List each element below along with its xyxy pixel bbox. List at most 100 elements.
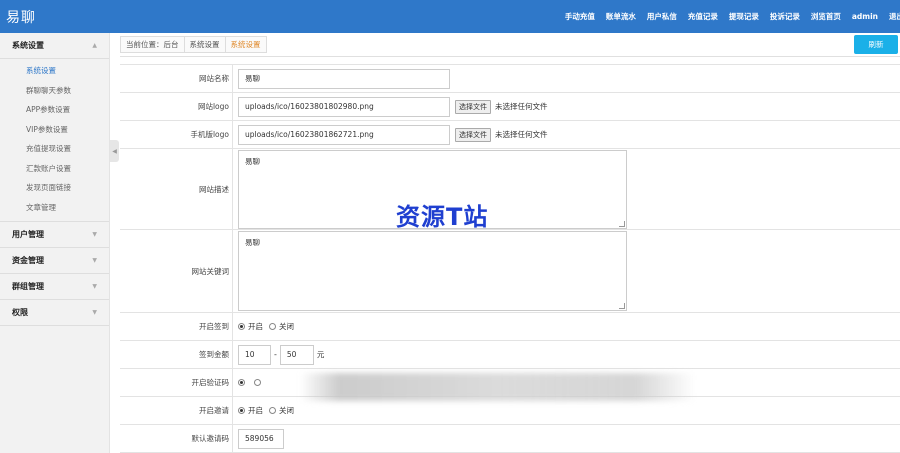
sidebar-group-label: 资金管理 bbox=[12, 256, 44, 265]
breadcrumb-section[interactable]: 系统设置 bbox=[185, 36, 226, 52]
divider bbox=[120, 56, 900, 57]
row-site-name: 网站名称 易聊 bbox=[120, 65, 900, 93]
field-label: 开启签到 bbox=[120, 313, 233, 340]
sidebar-item-system-settings[interactable]: 系统设置 bbox=[0, 61, 109, 81]
watermark: 资源T站 bbox=[396, 203, 489, 231]
top-header: 易聊 手动充值 账单流水 用户私信 充值记录 提现记录 投诉记录 浏览首页 ad… bbox=[0, 0, 900, 33]
invite-off-radio[interactable]: 关闭 bbox=[269, 405, 294, 416]
amount-unit: 元 bbox=[316, 350, 325, 359]
sidebar-group-permissions[interactable]: 权限 ▼ bbox=[0, 300, 109, 326]
sidebar-item-recharge-withdraw[interactable]: 充值提现设置 bbox=[0, 139, 109, 159]
sidebar-collapse-handle[interactable]: ◀ bbox=[110, 140, 119, 162]
nav-admin-user[interactable]: admin bbox=[852, 12, 878, 21]
chevron-left-icon: ◀ bbox=[112, 147, 117, 155]
mobile-logo-path-input[interactable]: uploads/ico/16023801862721.png bbox=[238, 124, 450, 145]
textarea-text: 易聊 bbox=[245, 157, 260, 166]
radio-label: 开启 bbox=[248, 322, 263, 331]
breadcrumb-bar: 当前位置：后台 系统设置 系统设置 刷新 bbox=[120, 33, 900, 54]
radio-label: 开启 bbox=[248, 406, 263, 415]
sidebar-item-remit-account[interactable]: 汇款账户设置 bbox=[0, 159, 109, 179]
field-label: 网站名称 bbox=[120, 65, 233, 92]
radio-unchecked-icon bbox=[269, 323, 276, 330]
sidebar-group-users[interactable]: 用户管理 ▼ bbox=[0, 222, 109, 248]
nav-browse-home[interactable]: 浏览首页 bbox=[811, 11, 841, 22]
field-label: 开启验证码 bbox=[120, 369, 233, 396]
signin-max-input[interactable]: 50 bbox=[279, 344, 314, 365]
signin-on-radio[interactable]: 开启 bbox=[238, 321, 263, 332]
radio-checked-icon bbox=[238, 323, 245, 330]
sidebar-group-funds[interactable]: 资金管理 ▼ bbox=[0, 248, 109, 274]
sidebar-item-app-params[interactable]: APP参数设置 bbox=[0, 100, 109, 120]
sidebar-item-discover-links[interactable]: 发现页面链接 bbox=[0, 178, 109, 198]
field-label: 签到金额 bbox=[120, 341, 233, 368]
chevron-down-icon: ▼ bbox=[92, 309, 97, 316]
invite-on-radio[interactable]: 开启 bbox=[238, 405, 263, 416]
row-site-keywords: 网站关键词 易聊 bbox=[120, 230, 900, 313]
row-signin-amount: 签到金额 10 - 50 元 bbox=[120, 341, 900, 369]
top-nav: 手动充值 账单流水 用户私信 充值记录 提现记录 投诉记录 浏览首页 admin… bbox=[565, 0, 900, 33]
sidebar-item-vip-params[interactable]: VIP参数设置 bbox=[0, 120, 109, 140]
resize-grip-icon[interactable] bbox=[619, 303, 625, 309]
radio-label: 关闭 bbox=[279, 406, 294, 415]
nav-logout[interactable]: 退出 bbox=[889, 11, 900, 22]
field-label: 手机版logo bbox=[120, 121, 233, 148]
row-signin: 开启签到 开启 关闭 bbox=[120, 313, 900, 341]
site-logo-file-button[interactable]: 选择文件 bbox=[455, 99, 491, 114]
mobile-logo-file-button[interactable]: 选择文件 bbox=[455, 127, 491, 142]
chevron-down-icon: ▼ bbox=[92, 231, 97, 238]
sidebar-group-label: 权限 bbox=[12, 308, 28, 317]
site-keywords-textarea[interactable]: 易聊 bbox=[238, 231, 627, 311]
sidebar-item-articles[interactable]: 文章管理 bbox=[0, 198, 109, 218]
chevron-down-icon: ▼ bbox=[92, 283, 97, 290]
resize-grip-icon[interactable] bbox=[619, 221, 625, 227]
nav-withdraw-records[interactable]: 提现记录 bbox=[729, 11, 759, 22]
site-logo-file-status: 未选择任何文件 bbox=[495, 102, 548, 111]
default-invite-input[interactable]: 589056 bbox=[238, 428, 284, 449]
verify-on-radio[interactable] bbox=[238, 379, 248, 386]
row-mobile-logo: 手机版logo uploads/ico/16023801862721.png 选… bbox=[120, 121, 900, 149]
radio-checked-icon bbox=[238, 407, 245, 414]
signin-off-radio[interactable]: 关闭 bbox=[269, 321, 294, 332]
radio-checked-icon bbox=[238, 379, 245, 386]
blurred-overlay bbox=[300, 373, 695, 401]
nav-manual-recharge[interactable]: 手动充值 bbox=[565, 11, 595, 22]
breadcrumb-location[interactable]: 当前位置：后台 bbox=[121, 36, 185, 52]
field-label: 网站描述 bbox=[120, 149, 233, 229]
breadcrumb: 当前位置：后台 系统设置 系统设置 bbox=[120, 35, 267, 53]
range-separator: - bbox=[274, 350, 277, 359]
row-site-description: 网站描述 易聊 bbox=[120, 149, 900, 230]
row-default-invite: 默认邀请码 589056 bbox=[120, 425, 900, 453]
nav-recharge-records[interactable]: 充值记录 bbox=[688, 11, 718, 22]
app-logo[interactable]: 易聊 bbox=[6, 7, 36, 27]
sidebar-group-label: 用户管理 bbox=[12, 230, 44, 239]
row-site-logo: 网站logo uploads/ico/16023801802980.png 选择… bbox=[120, 93, 900, 121]
sidebar-group-groups[interactable]: 群组管理 ▼ bbox=[0, 274, 109, 300]
field-label: 网站关键词 bbox=[120, 230, 233, 312]
sidebar-group-label: 系统设置 bbox=[12, 41, 44, 50]
nav-complaint-records[interactable]: 投诉记录 bbox=[770, 11, 800, 22]
sidebar-item-group-chat-params[interactable]: 群聊聊天参数 bbox=[0, 81, 109, 101]
radio-unchecked-icon bbox=[254, 379, 261, 386]
chevron-up-icon: ▲ bbox=[92, 42, 97, 49]
breadcrumb-current[interactable]: 系统设置 bbox=[226, 37, 266, 52]
field-label: 默认邀请码 bbox=[120, 425, 233, 452]
field-label: 网站logo bbox=[120, 93, 233, 120]
radio-label: 关闭 bbox=[279, 322, 294, 331]
sidebar-submenu: 系统设置 群聊聊天参数 APP参数设置 VIP参数设置 充值提现设置 汇款账户设… bbox=[0, 59, 109, 222]
sidebar-group-label: 群组管理 bbox=[12, 282, 44, 291]
radio-unchecked-icon bbox=[269, 407, 276, 414]
verify-off-radio[interactable] bbox=[254, 379, 264, 386]
field-label: 开启邀请 bbox=[120, 397, 233, 424]
mobile-logo-file-status: 未选择任何文件 bbox=[495, 130, 548, 139]
site-logo-path-input[interactable]: uploads/ico/16023801802980.png bbox=[238, 96, 450, 117]
textarea-text: 易聊 bbox=[245, 238, 260, 247]
nav-user-messages[interactable]: 用户私信 bbox=[647, 11, 677, 22]
site-name-input[interactable]: 易聊 bbox=[238, 68, 450, 89]
signin-min-input[interactable]: 10 bbox=[238, 344, 271, 365]
sidebar: 系统设置 ▲ 系统设置 群聊聊天参数 APP参数设置 VIP参数设置 充值提现设… bbox=[0, 33, 110, 453]
nav-bill-flow[interactable]: 账单流水 bbox=[606, 11, 636, 22]
sidebar-group-system[interactable]: 系统设置 ▲ bbox=[0, 33, 109, 59]
chevron-down-icon: ▼ bbox=[92, 257, 97, 264]
row-invite: 开启邀请 开启 关闭 bbox=[120, 397, 900, 425]
refresh-button[interactable]: 刷新 bbox=[854, 35, 898, 54]
